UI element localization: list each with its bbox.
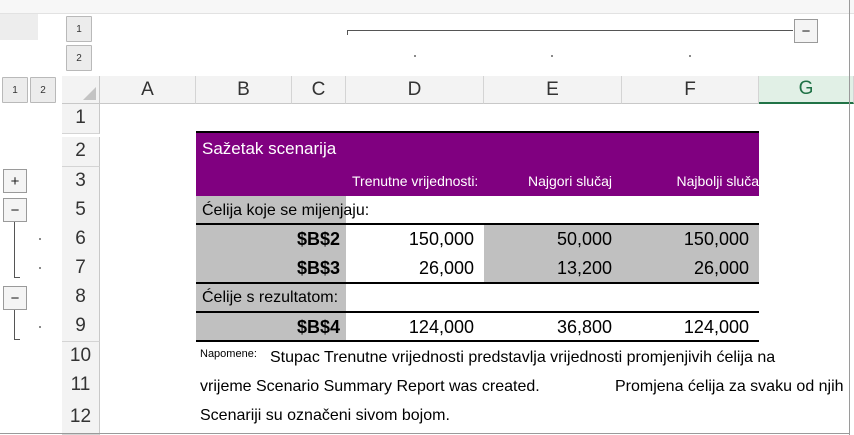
row-group-bracket <box>14 310 15 340</box>
row-header-2[interactable]: 2 <box>62 137 100 167</box>
column-header-a[interactable]: A <box>100 76 196 104</box>
row-header-10[interactable]: 10 <box>62 342 100 372</box>
row-detail-dot <box>39 238 41 240</box>
row-header-3[interactable]: 3 <box>62 167 100 197</box>
corner-gray-area <box>0 14 38 40</box>
result-best-b4[interactable]: 124,000 <box>622 313 759 341</box>
column-header-g[interactable]: G <box>759 76 854 104</box>
column-detail-dot <box>689 55 691 57</box>
row-outline-level-2-button[interactable]: 2 <box>30 77 56 103</box>
notes-line-1[interactable]: Stupac Trenutne vrijednosti predstavlja … <box>270 343 830 372</box>
column-header-c[interactable]: C <box>292 76 346 104</box>
column-group-bracket <box>347 30 793 31</box>
select-all-triangle-icon <box>83 87 96 100</box>
row-header-5[interactable]: 5 <box>62 196 100 226</box>
column-detail-dot <box>414 55 416 57</box>
summary-title[interactable]: Sažetak scenarija <box>196 132 759 166</box>
row-group-bracket-end <box>14 339 20 340</box>
collapse-row-group-button[interactable]: − <box>3 198 27 222</box>
window-bottom-edge <box>0 433 850 434</box>
collapse-result-group-button[interactable]: − <box>3 286 27 310</box>
top-strip <box>0 0 854 14</box>
collapse-column-group-button[interactable]: − <box>794 19 818 43</box>
row-outline-level-1-button[interactable]: 1 <box>2 77 28 103</box>
column-outline-level-2-button[interactable]: 2 <box>66 45 92 71</box>
row-detail-dot <box>39 267 41 269</box>
row-detail-dot <box>39 326 41 328</box>
header-worst-case[interactable]: Najgori slučaj <box>484 166 622 196</box>
changing-ref-b3[interactable]: $B$3 <box>196 254 346 283</box>
notes-line-2-continued[interactable]: Promjena ćelija za svaku od njih <box>615 372 850 401</box>
window-right-edge <box>849 0 850 435</box>
row-group-bracket-end <box>14 277 20 278</box>
header-best-case[interactable]: Najbolji sluča <box>622 166 759 196</box>
result-ref-b4[interactable]: $B$4 <box>196 313 346 341</box>
value-best-b2[interactable]: 150,000 <box>622 225 759 254</box>
value-worst-b2[interactable]: 50,000 <box>484 225 622 254</box>
value-current-b2[interactable]: 150,000 <box>346 225 484 254</box>
row-header-7[interactable]: 7 <box>62 254 100 284</box>
expand-row-group-button[interactable]: + <box>3 169 27 193</box>
summary-title-text: Sažetak scenarija <box>202 139 337 158</box>
column-header-b[interactable]: B <box>196 76 292 104</box>
column-detail-dot <box>551 55 553 57</box>
row-header-12[interactable]: 12 <box>62 400 100 435</box>
row-header-11[interactable]: 11 <box>62 371 100 401</box>
value-best-b3[interactable]: 26,000 <box>622 254 759 283</box>
notes-label[interactable]: Napomene: <box>200 343 270 369</box>
value-current-b3[interactable]: 26,000 <box>346 254 484 283</box>
row-header-6[interactable]: 6 <box>62 225 100 255</box>
changing-ref-b2[interactable]: $B$2 <box>196 225 346 254</box>
value-worst-b3[interactable]: 13,200 <box>484 254 622 283</box>
table-top-border <box>196 131 759 133</box>
result-current-b4[interactable]: 124,000 <box>346 313 484 341</box>
header-current-values[interactable]: Trenutne vrijednosti: <box>346 166 502 196</box>
row-header-1[interactable]: 1 <box>62 104 100 134</box>
select-all-corner[interactable] <box>62 76 100 104</box>
notes-line-3[interactable]: Scenariji su označeni sivom bojom. <box>200 401 620 430</box>
column-outline-level-1-button[interactable]: 1 <box>66 16 92 42</box>
row-header-9[interactable]: 9 <box>62 312 100 342</box>
notes-line-2[interactable]: vrijeme Scenario Summary Report was crea… <box>200 372 620 401</box>
changing-cells-label[interactable]: Ćelija koje se mijenjaju: <box>196 196 456 225</box>
result-worst-b4[interactable]: 36,800 <box>484 313 622 341</box>
column-group-bracket-start <box>347 30 348 35</box>
row-group-bracket <box>14 222 15 278</box>
column-header-d[interactable]: D <box>346 76 484 104</box>
row-header-8[interactable]: 8 <box>62 283 100 313</box>
result-cells-label[interactable]: Ćelije s rezultatom: <box>196 284 396 312</box>
column-header-e[interactable]: E <box>484 76 622 104</box>
table-bottom-border <box>196 340 759 342</box>
column-header-f[interactable]: F <box>622 76 759 104</box>
